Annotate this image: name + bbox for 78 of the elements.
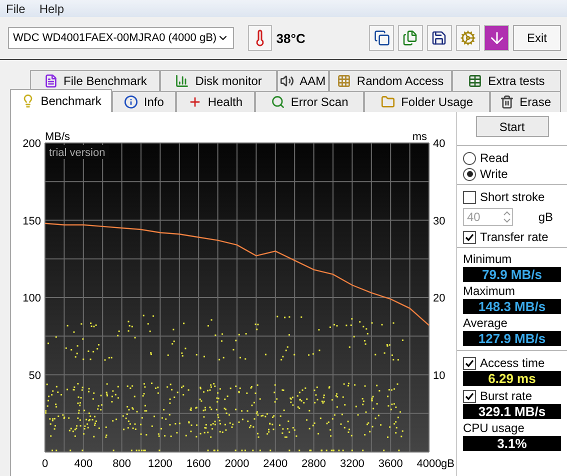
menu-item[interactable]: Help — [39, 2, 64, 16]
thermometer-icon — [248, 25, 272, 51]
drive-select[interactable]: WDC WD4001FAEX-00MJRA0 (4000 gB) — [8, 27, 234, 49]
checkbox[interactable] — [463, 356, 476, 370]
spinner-arrows-icon — [502, 209, 512, 225]
search-icon — [270, 95, 285, 109]
readout-label: Average — [463, 316, 508, 331]
tick-label: 1600 — [186, 458, 211, 470]
tab[interactable]: Health — [176, 91, 255, 112]
tick-label: 10 — [433, 370, 446, 382]
tab[interactable]: Disk monitor — [160, 70, 277, 91]
unit-label: gB — [538, 210, 553, 224]
tick-label: 400 — [74, 458, 93, 470]
folder-icon — [381, 95, 396, 109]
readout-label: CPU usage — [463, 421, 526, 436]
speaker-icon — [280, 74, 294, 88]
tick-label: 1200 — [148, 458, 172, 470]
checkbox-label: Short stroke — [480, 190, 545, 204]
checkbox-label: Burst rate — [480, 389, 532, 403]
tab[interactable]: Folder Usage — [364, 91, 490, 112]
radio-button[interactable] — [463, 168, 476, 180]
tick-label: 0 — [42, 458, 48, 470]
tick-label: 40 — [433, 138, 446, 150]
radio-label: Read — [480, 151, 509, 165]
tick-label: 3600 — [378, 458, 403, 470]
start-button[interactable]: Start — [476, 116, 548, 137]
x-axis-label: gB — [441, 458, 454, 470]
tick-label: 50 — [28, 370, 41, 382]
tick-label: 200 — [22, 138, 41, 150]
bar-chart-icon — [175, 74, 190, 88]
tick-label: 100 — [22, 292, 41, 304]
tick-label: 4000 — [416, 458, 442, 470]
tick-label: 3200 — [340, 458, 364, 470]
download-icon[interactable] — [484, 25, 509, 51]
readout-value: 127.9 MB/s — [463, 331, 561, 346]
readout-label: Maximum — [463, 284, 516, 299]
cross-icon — [188, 95, 202, 109]
menu-item[interactable]: File — [6, 2, 26, 16]
tab[interactable]: AAM — [276, 70, 329, 91]
readout-value: 6.29 ms — [463, 371, 561, 386]
radio-label: Write — [480, 167, 508, 181]
trial-version-label: trial version — [49, 147, 106, 159]
y2-axis-label: ms — [412, 131, 427, 143]
tick-label: 150 — [22, 215, 41, 228]
file-icon — [44, 74, 58, 88]
tick-label: 2800 — [302, 458, 326, 470]
tab[interactable]: Benchmark — [10, 89, 112, 112]
copy-icon[interactable] — [369, 25, 394, 51]
tab[interactable]: Extra tests — [452, 70, 561, 91]
tab[interactable]: File Benchmark — [30, 70, 160, 91]
temperature-label: 38°C — [276, 30, 306, 46]
files-icon[interactable] — [398, 25, 423, 51]
table-icon — [468, 74, 482, 88]
tick-label: 2400 — [263, 458, 288, 470]
save-icon[interactable] — [426, 25, 452, 51]
readout-value: 3.1% — [463, 436, 561, 451]
radio-button[interactable] — [463, 152, 476, 164]
tick-label: 30 — [433, 215, 446, 228]
checkbox[interactable] — [463, 230, 476, 244]
tab[interactable]: Erase — [490, 91, 561, 112]
checkbox[interactable] — [463, 390, 476, 402]
exit-button[interactable]: Exit — [512, 25, 562, 51]
readout-value: 148.3 MB/s — [463, 299, 561, 314]
checkbox-label: Access time — [480, 356, 545, 370]
checkbox-label: Transfer rate — [480, 230, 548, 244]
tick-label: 2000 — [224, 458, 250, 470]
readout-value: 79.9 MB/s — [463, 267, 561, 282]
y-axis-label: MB/s — [45, 131, 70, 143]
info-icon — [124, 95, 138, 109]
tab[interactable]: Error Scan — [254, 91, 364, 112]
grid-icon — [336, 74, 351, 88]
readout-value: 329.1 MB/s — [463, 404, 561, 419]
tab[interactable]: Random Access — [328, 70, 452, 91]
tab[interactable]: Info — [112, 91, 176, 112]
trash-icon — [500, 95, 514, 109]
tick-label: 800 — [112, 458, 131, 470]
readout-label: Minimum — [463, 252, 513, 267]
tick-label: 20 — [433, 292, 446, 304]
